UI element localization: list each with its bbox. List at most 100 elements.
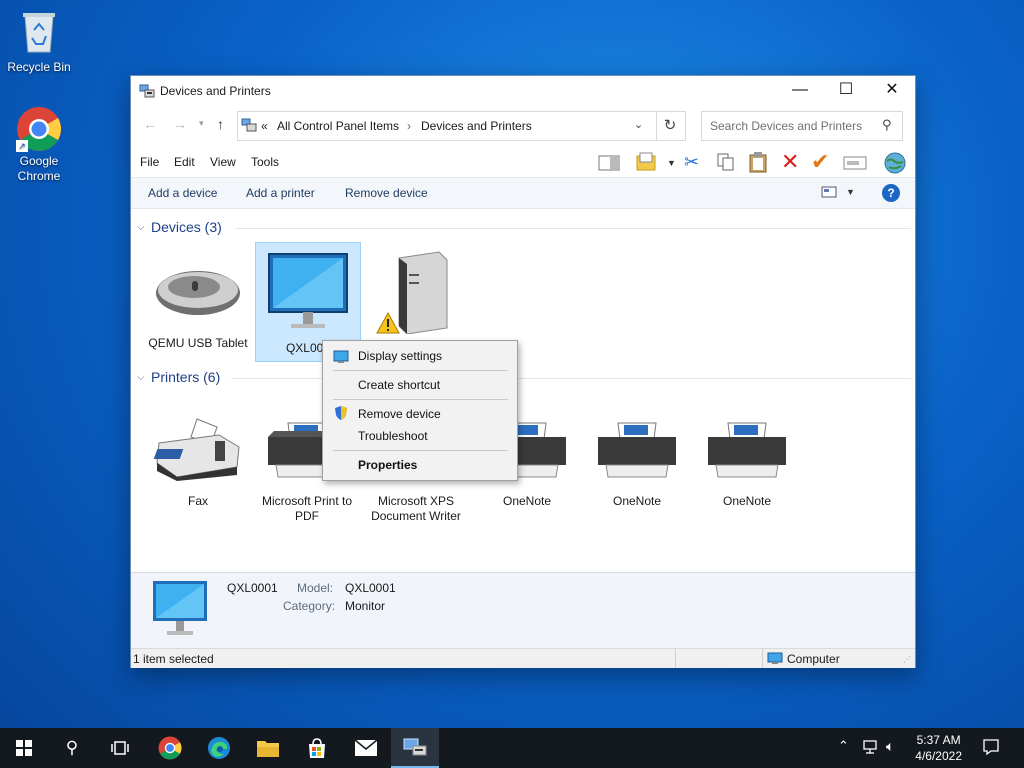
menu-view[interactable]: View bbox=[210, 155, 236, 169]
devices-group-header[interactable]: Devices (3) bbox=[151, 219, 222, 235]
recycle-bin-desktop-icon[interactable]: Recycle Bin bbox=[1, 8, 77, 75]
context-display-settings[interactable]: Display settings bbox=[358, 349, 442, 363]
resize-grip-icon[interactable]: ⋰ bbox=[903, 655, 911, 664]
mouse-icon bbox=[146, 246, 250, 336]
display-settings-icon bbox=[333, 350, 349, 367]
context-troubleshoot[interactable]: Troubleshoot bbox=[358, 429, 428, 443]
context-separator bbox=[333, 399, 508, 400]
taskbar-chrome[interactable] bbox=[146, 728, 194, 768]
monitor-icon bbox=[256, 247, 360, 337]
preview-pane-icon[interactable] bbox=[598, 154, 620, 175]
taskbar-mail[interactable] bbox=[342, 728, 390, 768]
folder-view-icon[interactable] bbox=[635, 151, 657, 176]
details-model-label: Model: bbox=[297, 581, 334, 595]
details-category-label: Category: bbox=[283, 599, 336, 613]
chrome-label: Google Chrome bbox=[17, 154, 61, 183]
title-bar[interactable]: Devices and Printers — ☐ ✕ bbox=[131, 76, 915, 106]
status-computer-icon bbox=[767, 652, 783, 668]
recent-locations-chevron-icon[interactable]: ▾ bbox=[199, 118, 204, 129]
mail-icon bbox=[354, 739, 378, 756]
menu-edit[interactable]: Edit bbox=[174, 155, 195, 169]
printers-group-chevron-icon[interactable]: ⌵ bbox=[137, 372, 145, 383]
add-printer-button[interactable]: Add a printer bbox=[246, 186, 315, 200]
printer-label: OneNote bbox=[612, 494, 662, 508]
address-bar[interactable]: « All Control Panel Items › Devices and … bbox=[237, 111, 657, 141]
view-options-chevron-icon[interactable]: ▼ bbox=[667, 158, 676, 168]
search-icon: ⚲ bbox=[882, 117, 892, 132]
up-arrow-icon[interactable]: ↑ bbox=[217, 116, 224, 132]
devices-printers-icon bbox=[403, 738, 427, 756]
context-separator bbox=[333, 370, 508, 371]
refresh-button[interactable]: ↻ bbox=[655, 111, 686, 141]
printer-label: Fax bbox=[187, 494, 208, 508]
shortcut-arrow-icon: ↗ bbox=[16, 140, 28, 152]
breadcrumb-separator: › bbox=[407, 119, 411, 133]
remove-device-button[interactable]: Remove device bbox=[345, 186, 428, 200]
maximize-button[interactable]: ☐ bbox=[823, 76, 869, 106]
devices-group-chevron-icon[interactable]: ⌵ bbox=[137, 222, 145, 233]
chrome-desktop-icon[interactable]: ↗ Google Chrome bbox=[1, 106, 77, 184]
printers-group-header[interactable]: Printers (6) bbox=[151, 369, 220, 385]
context-remove-device[interactable]: Remove device bbox=[358, 407, 441, 421]
start-button[interactable] bbox=[0, 728, 48, 768]
volume-icon[interactable]: 🔈︎ bbox=[886, 738, 894, 755]
address-overflow[interactable]: « bbox=[261, 119, 268, 133]
printer-onenote-2[interactable]: OneNote bbox=[585, 404, 689, 509]
search-taskbar-button[interactable]: ⚲ bbox=[48, 728, 96, 768]
breadcrumb-all-control-panel-items[interactable]: All Control Panel Items bbox=[277, 119, 399, 133]
cut-icon[interactable]: ✂ bbox=[684, 152, 699, 173]
address-dropdown-chevron-icon[interactable]: ⌄ bbox=[634, 118, 643, 131]
printer-label: Microsoft Print to PDF bbox=[261, 494, 353, 523]
context-menu: Display settings Create shortcut Remove … bbox=[322, 340, 518, 481]
delete-icon[interactable]: ✕ bbox=[781, 149, 799, 175]
menu-file[interactable]: File bbox=[140, 155, 159, 169]
copy-icon[interactable] bbox=[716, 152, 736, 175]
minimize-button[interactable]: — bbox=[777, 76, 823, 106]
globe-icon[interactable] bbox=[883, 151, 907, 178]
taskbar-clock[interactable]: 5:37 AM 4/6/2022 bbox=[915, 732, 962, 764]
printer-label: Microsoft XPS Document Writer bbox=[371, 494, 461, 523]
network-icon[interactable] bbox=[862, 739, 880, 758]
uac-shield-icon bbox=[334, 405, 348, 424]
paste-icon[interactable] bbox=[748, 151, 768, 176]
forward-arrow-icon[interactable]: → bbox=[173, 116, 187, 132]
status-divider bbox=[762, 649, 763, 668]
command-bar: Add a device Add a printer Remove device… bbox=[131, 177, 915, 209]
search-box[interactable]: Search Devices and Printers ⚲ bbox=[701, 111, 903, 141]
device-computer[interactable] bbox=[364, 246, 468, 336]
show-hidden-icons-chevron-icon[interactable]: ⌃ bbox=[838, 738, 849, 754]
breadcrumb-devices-and-printers[interactable]: Devices and Printers bbox=[421, 119, 532, 133]
details-model-value: QXL0001 bbox=[345, 581, 396, 595]
checkmark-properties-icon[interactable]: ✔ bbox=[811, 149, 829, 175]
details-device-name: QXL0001 bbox=[227, 581, 278, 595]
add-device-button[interactable]: Add a device bbox=[148, 186, 217, 200]
taskbar-devices-and-printers[interactable] bbox=[391, 728, 439, 768]
printer-onenote-3[interactable]: OneNote bbox=[695, 404, 799, 509]
taskbar-edge[interactable] bbox=[195, 728, 243, 768]
refresh-icon: ↻ bbox=[663, 117, 677, 134]
taskbar-store[interactable] bbox=[293, 728, 341, 768]
context-properties[interactable]: Properties bbox=[358, 458, 417, 472]
details-pane: QXL0001 Model: QXL0001 Category: Monitor bbox=[131, 572, 915, 649]
rename-icon[interactable] bbox=[843, 155, 867, 174]
fax-icon bbox=[146, 404, 250, 494]
recycle-bin-icon bbox=[1, 8, 77, 58]
chrome-icon bbox=[158, 736, 182, 760]
close-button[interactable]: ✕ bbox=[869, 76, 915, 106]
taskbar-file-explorer[interactable] bbox=[244, 728, 292, 768]
windows-logo-icon bbox=[16, 740, 32, 756]
menu-tools[interactable]: Tools bbox=[251, 155, 279, 169]
change-view-chevron-icon[interactable]: ▼ bbox=[846, 187, 855, 197]
clock-time: 5:37 AM bbox=[916, 733, 961, 747]
context-create-shortcut[interactable]: Create shortcut bbox=[358, 378, 440, 392]
back-arrow-icon[interactable]: ← bbox=[143, 116, 157, 132]
action-center-icon[interactable] bbox=[982, 738, 1000, 759]
details-category-value: Monitor bbox=[345, 599, 386, 613]
taskbar: ⚲ ⌃ 🔈︎ 5:37 AM 4/6/2022 bbox=[0, 728, 1024, 768]
help-icon[interactable]: ? bbox=[882, 184, 900, 202]
printer-fax[interactable]: Fax bbox=[146, 404, 250, 509]
task-view-button[interactable] bbox=[96, 728, 144, 768]
control-panel-icon bbox=[241, 117, 257, 136]
change-view-icon[interactable] bbox=[821, 186, 837, 201]
device-qemu-usb-tablet[interactable]: QEMU USB Tablet bbox=[146, 246, 250, 351]
